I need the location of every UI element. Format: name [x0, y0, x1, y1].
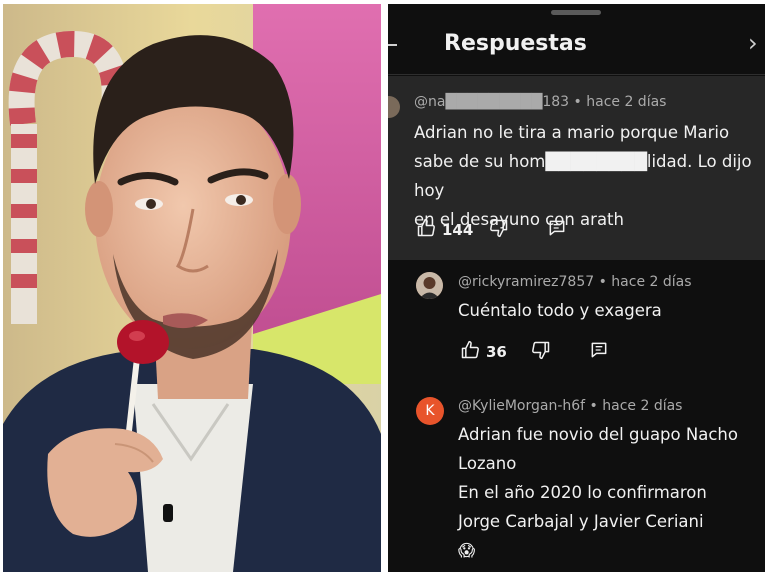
- close-icon[interactable]: ›: [748, 31, 758, 55]
- comment-line: Cuéntalo todo y exagera: [458, 301, 662, 320]
- thumbs-up-icon[interactable]: [416, 218, 436, 242]
- like-count: 36: [486, 343, 507, 361]
- avatar-photo: [416, 272, 443, 299]
- comment-time: • hace 2 días: [573, 94, 667, 110]
- comment-meta: @na█████████183 • hace 2 días: [414, 94, 666, 110]
- avatar[interactable]: [416, 272, 443, 299]
- comment-text: Adrian no le tira a mario porque Mario s…: [414, 118, 764, 234]
- comment-author[interactable]: @na█████████183: [414, 94, 569, 110]
- comment-author[interactable]: @rickyramirez7857: [458, 274, 594, 290]
- comment-line: Lozano: [458, 454, 517, 473]
- drag-handle[interactable]: [551, 10, 601, 15]
- comment-time: • hace 2 días: [589, 398, 683, 414]
- replies-panel: Respuestas › @na█████████183 • hace 2 dí…: [388, 4, 765, 572]
- comment-author[interactable]: @KylieMorgan-h6f: [458, 398, 585, 414]
- avatar[interactable]: K: [416, 397, 444, 425]
- thumbs-down-icon[interactable]: [531, 340, 551, 364]
- comment-line: En el año 2020 lo confirmaron: [458, 483, 707, 502]
- comment-emoji: 😱: [458, 541, 476, 560]
- comment-text: Cuéntalo todo y exagera: [458, 296, 758, 325]
- comment-line: Jorge Carbajal y Javier Ceriani: [458, 512, 704, 531]
- thumbs-up-icon[interactable]: [460, 340, 480, 364]
- thumbs-down-icon[interactable]: [489, 218, 509, 242]
- comment-actions: 144: [416, 218, 567, 242]
- comment-text: Adrian fue novio del guapo Nacho Lozano …: [458, 420, 758, 565]
- reply-icon[interactable]: [589, 340, 609, 364]
- comment-line: Adrian no le tira a mario porque Mario: [414, 123, 730, 142]
- comment-meta: @KylieMorgan-h6f • hace 2 días: [458, 398, 682, 414]
- back-dash-icon[interactable]: [388, 44, 397, 46]
- comment-line: Adrian fue novio del guapo Nacho: [458, 425, 738, 444]
- man-lollipop-photo: [3, 4, 381, 572]
- reply-icon[interactable]: [547, 218, 567, 242]
- comment-meta: @rickyramirez7857 • hace 2 días: [458, 274, 692, 290]
- comment-line: sabe de su hom████████lidad. Lo dijo hoy: [414, 152, 752, 200]
- photo-illustration: [3, 4, 381, 572]
- parent-comment: @na█████████183 • hace 2 días Adrian no …: [388, 76, 765, 260]
- like-count: 144: [442, 221, 474, 239]
- comment-time: • hace 2 días: [598, 274, 692, 290]
- panel-title: Respuestas: [444, 31, 587, 56]
- avatar[interactable]: [388, 96, 400, 118]
- header-divider: [388, 74, 765, 75]
- avatar-letter: K: [425, 403, 435, 419]
- comment-actions: 36: [460, 340, 609, 364]
